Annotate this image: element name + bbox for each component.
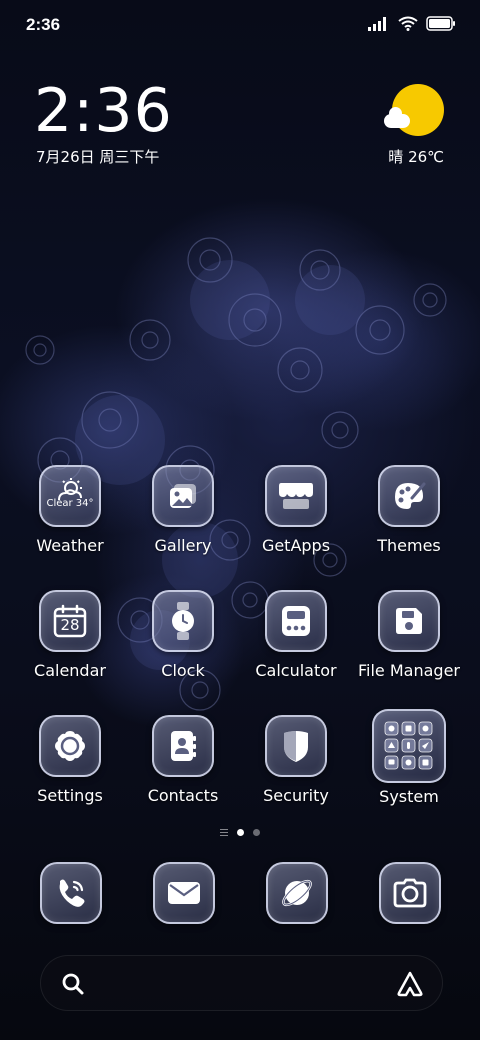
clock-widget-date[interactable]: 7月26日 周三下午 (36, 146, 159, 167)
app-gallery[interactable]: Gallery (127, 465, 239, 555)
app-calculator[interactable]: Calculator (240, 590, 352, 680)
page-indicator (0, 829, 480, 836)
search-icon[interactable] (61, 972, 85, 996)
dock-phone[interactable] (40, 862, 102, 924)
dock-camera[interactable] (379, 862, 441, 924)
settings-icon (39, 715, 101, 777)
folder-icon (372, 709, 446, 783)
calendar-icon: 28 (39, 590, 101, 652)
phone-icon (40, 862, 102, 924)
app-contacts[interactable]: Contacts (127, 715, 239, 805)
calendar-day: 28 (60, 616, 80, 634)
shield-icon (265, 715, 327, 777)
app-label: File Manager (358, 661, 460, 680)
planet-icon (266, 862, 328, 924)
feed-page-indicator[interactable] (220, 829, 228, 836)
store-icon (265, 465, 327, 527)
palette-icon (378, 465, 440, 527)
app-label: Gallery (154, 536, 212, 555)
app-settings[interactable]: Settings (14, 715, 126, 805)
app-weather[interactable]: Clear 34° Weather (14, 465, 126, 555)
weather-badge: Clear 34° (46, 498, 94, 509)
signal-icon (368, 16, 386, 31)
watch-icon (152, 590, 214, 652)
app-file-manager[interactable]: File Manager (353, 590, 465, 680)
app-themes[interactable]: Themes (353, 465, 465, 555)
contacts-icon (152, 715, 214, 777)
dock-browser[interactable] (266, 862, 328, 924)
app-label: Calculator (255, 661, 337, 680)
app-label: GetApps (261, 536, 331, 555)
mail-icon (153, 862, 215, 924)
cloud-icon (384, 107, 410, 128)
status-bar: 2:36 (0, 0, 480, 50)
app-label: System (379, 787, 439, 806)
floppy-icon (378, 590, 440, 652)
weather-widget-text: 晴 26℃ (388, 148, 444, 166)
page-dot[interactable] (253, 829, 260, 836)
app-label: Clock (161, 661, 205, 680)
app-label: Security (263, 786, 329, 805)
status-icons (368, 16, 456, 31)
wifi-icon (398, 16, 418, 31)
app-label: Contacts (147, 786, 219, 805)
page-dot-active[interactable] (237, 829, 244, 836)
app-label: Weather (36, 536, 104, 555)
app-label: Themes (377, 536, 441, 555)
app-clock[interactable]: Clock (127, 590, 239, 680)
dock-messages[interactable] (153, 862, 215, 924)
weather-widget[interactable]: 晴 26℃ (384, 84, 444, 174)
app-getapps[interactable]: GetApps (240, 465, 352, 555)
weather-icon: Clear 34° (39, 465, 101, 527)
gallery-icon (152, 465, 214, 527)
status-time: 2:36 (26, 15, 61, 34)
battery-icon (426, 16, 455, 31)
app-calendar[interactable]: 28 Calendar (14, 590, 126, 680)
calculator-icon (265, 590, 327, 652)
app-security[interactable]: Security (240, 715, 352, 805)
app-system-folder[interactable]: System (353, 709, 465, 806)
assistant-icon[interactable] (396, 970, 424, 998)
clock-widget-time[interactable]: 2:36 (34, 76, 173, 146)
search-bar[interactable] (40, 955, 443, 1011)
app-label: Calendar (34, 661, 106, 680)
camera-icon (379, 862, 441, 924)
app-label: Settings (37, 786, 103, 805)
